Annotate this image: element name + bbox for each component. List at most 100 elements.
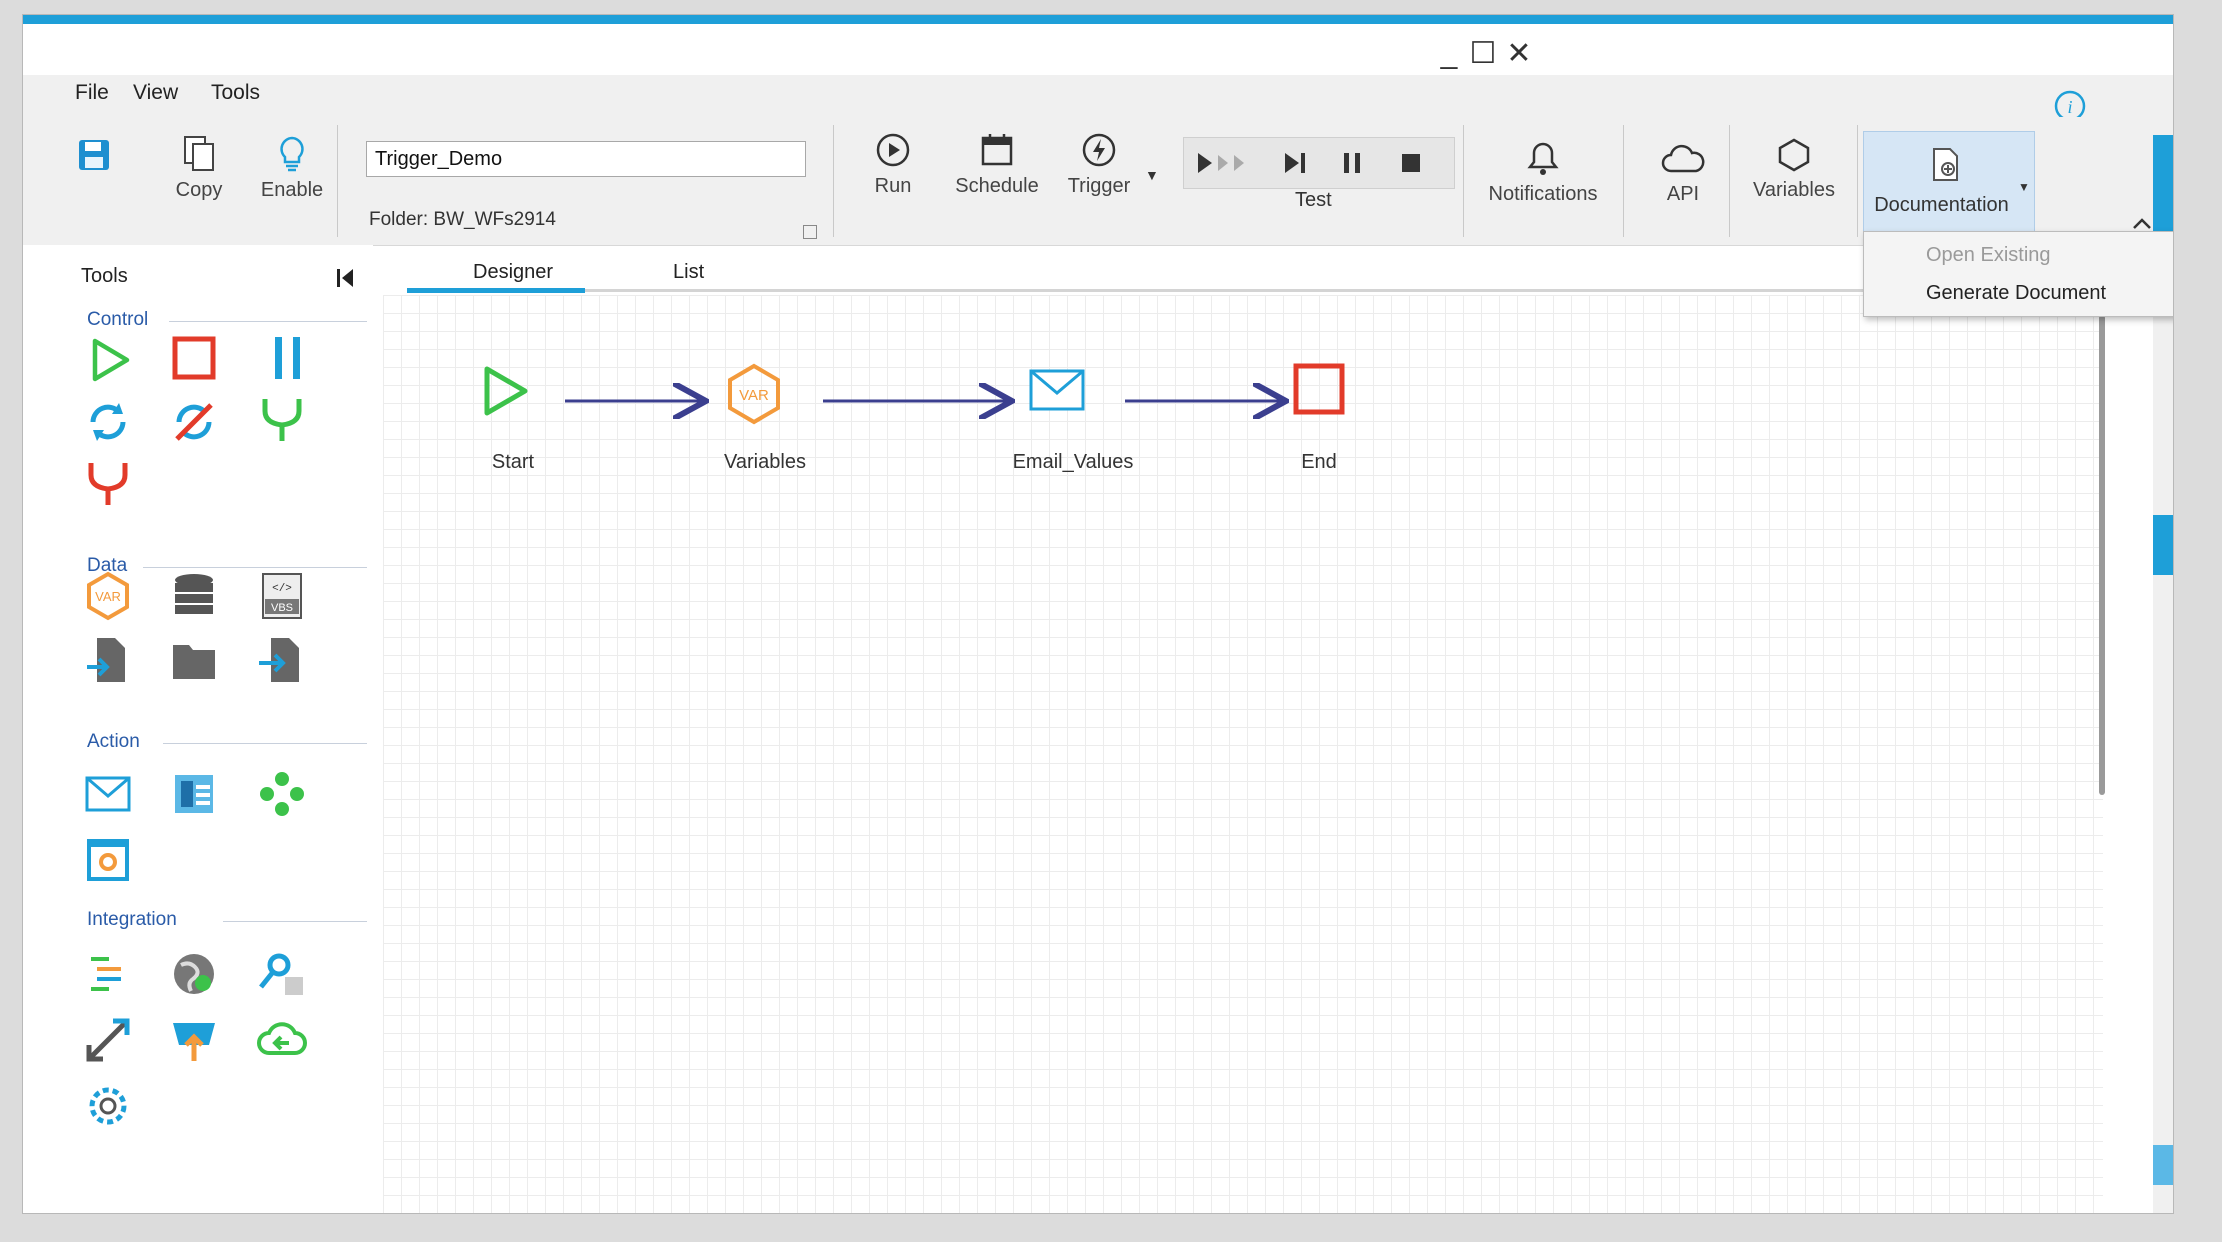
web-globe-tool-icon[interactable] xyxy=(169,949,219,999)
workflow-canvas[interactable]: Start VAR Variables Email_Values End xyxy=(383,295,2103,1213)
run-label: Run xyxy=(874,175,912,197)
tab-underline xyxy=(407,289,1993,292)
tab-list[interactable]: List xyxy=(673,261,704,284)
report-tool-icon[interactable] xyxy=(169,769,219,819)
database-tool-icon[interactable] xyxy=(169,571,219,621)
section-divider xyxy=(143,567,367,568)
branch-tool-icon[interactable] xyxy=(257,395,307,445)
parallel-tool-icon[interactable] xyxy=(263,333,313,383)
svg-text:VAR: VAR xyxy=(95,589,121,604)
section-divider xyxy=(223,921,367,922)
list-transform-tool-icon[interactable] xyxy=(83,949,133,999)
open-existing-item[interactable]: Open Existing xyxy=(1926,244,2051,267)
variables-label: Variables xyxy=(1753,179,1835,201)
maximize-button[interactable]: ☐ xyxy=(1463,37,1503,71)
trigger-dropdown-icon[interactable]: ▼ xyxy=(1145,167,1159,183)
menu-file[interactable]: File xyxy=(75,81,109,105)
copy-button[interactable]: Copy xyxy=(159,135,239,202)
lightbulb-icon xyxy=(280,136,304,172)
documentation-label: Documentation xyxy=(1874,194,2009,216)
ribbon-separator xyxy=(1857,125,1858,237)
ribbon-separator xyxy=(1623,125,1624,237)
canvas-scrollbar[interactable] xyxy=(2099,315,2105,795)
menu-bar: File View Tools i xyxy=(23,75,2173,122)
collapse-ribbon-icon[interactable] xyxy=(2131,217,2153,231)
svg-text:VAR: VAR xyxy=(739,387,769,404)
generate-document-item[interactable]: Generate Document xyxy=(1926,282,2106,305)
menu-view[interactable]: View xyxy=(133,81,178,105)
svg-text:</>: </> xyxy=(272,583,292,595)
save-icon xyxy=(79,140,109,170)
end-tool-icon[interactable] xyxy=(169,333,219,383)
vbs-script-tool-icon[interactable]: </> VBS xyxy=(257,571,307,621)
ribbon-separator xyxy=(1463,125,1464,237)
play-all-icon[interactable] xyxy=(1196,150,1256,176)
cloud-icon xyxy=(1661,144,1705,173)
loop-tool-icon[interactable] xyxy=(83,397,133,447)
save-button[interactable] xyxy=(69,137,119,179)
ribbon-separator xyxy=(1729,125,1730,237)
node-label-email-values: Email_Values xyxy=(1012,451,1134,473)
cloud-download-tool-icon[interactable] xyxy=(257,1015,307,1065)
application-window: _ ☐ ✕ File View Tools i Copy Enable Fold… xyxy=(22,14,2174,1214)
hexagon-icon xyxy=(1778,138,1810,172)
stop-loop-tool-icon[interactable] xyxy=(169,397,219,447)
trigger-bolt-icon xyxy=(1082,133,1116,167)
side-panel-tab[interactable] xyxy=(2153,1145,2173,1185)
designer-tabs: Designer List xyxy=(383,245,2003,293)
documentation-button[interactable]: Documentation ▼ xyxy=(1863,131,2035,245)
start-node-icon[interactable] xyxy=(475,361,535,421)
svg-text:VBS: VBS xyxy=(271,602,293,614)
bell-icon xyxy=(1527,142,1559,175)
upload-storage-tool-icon[interactable] xyxy=(169,1015,219,1065)
section-integration: Integration xyxy=(87,909,177,930)
tab-designer[interactable]: Designer xyxy=(473,261,553,284)
notifications-label: Notifications xyxy=(1488,183,1598,205)
menu-tools[interactable]: Tools xyxy=(211,81,260,105)
collapse-panel-icon[interactable] xyxy=(335,267,357,289)
step-forward-icon[interactable] xyxy=(1282,150,1310,176)
merge-tool-icon[interactable] xyxy=(83,459,133,509)
trigger-label: Trigger xyxy=(1067,175,1131,197)
file-transfer-tool-icon[interactable] xyxy=(83,635,133,685)
variables-button[interactable]: Variables xyxy=(1739,137,1849,202)
start-tool-icon[interactable] xyxy=(85,335,135,385)
run-button[interactable]: Run xyxy=(863,131,923,198)
folder-tool-icon[interactable] xyxy=(169,635,219,685)
section-action: Action xyxy=(87,731,140,752)
node-label-variables: Variables xyxy=(724,451,806,473)
app-integration-tool-icon[interactable] xyxy=(257,769,307,819)
pause-icon[interactable] xyxy=(1340,150,1364,176)
calendar-icon xyxy=(981,134,1013,166)
file-import-tool-icon[interactable] xyxy=(257,635,307,685)
documentation-menu: Open Existing Generate Document xyxy=(1863,231,2173,317)
network-gear-tool-icon[interactable] xyxy=(83,1081,133,1131)
email-tool-icon[interactable] xyxy=(83,769,133,819)
node-label-end: End xyxy=(1301,451,1337,473)
trigger-button[interactable]: Trigger xyxy=(1059,131,1139,198)
close-button[interactable]: ✕ xyxy=(1499,37,1539,71)
side-panel-tab[interactable] xyxy=(2153,135,2173,235)
documentation-dropdown-icon[interactable]: ▼ xyxy=(2018,180,2030,194)
email-node-icon[interactable] xyxy=(1027,365,1087,415)
tools-panel-title: Tools xyxy=(81,265,128,287)
dialog-launcher-icon[interactable] xyxy=(803,225,817,239)
stop-icon[interactable] xyxy=(1398,150,1424,176)
section-control: Control xyxy=(87,309,149,330)
run-icon xyxy=(876,133,910,167)
ftp-key-tool-icon[interactable] xyxy=(257,949,307,999)
side-panel-tab[interactable] xyxy=(2153,515,2173,575)
end-node-icon[interactable] xyxy=(1291,361,1347,417)
schedule-button[interactable]: Schedule xyxy=(947,131,1047,198)
enable-button[interactable]: Enable xyxy=(249,135,335,202)
section-divider xyxy=(163,743,367,744)
api-button[interactable]: API xyxy=(1643,143,1723,206)
notifications-button[interactable]: Notifications xyxy=(1473,141,1613,206)
title-accent-bar xyxy=(23,15,2173,24)
expand-transfer-tool-icon[interactable] xyxy=(83,1015,133,1065)
settings-window-tool-icon[interactable] xyxy=(83,835,133,885)
variables-node-icon[interactable]: VAR xyxy=(723,363,785,425)
active-tab-indicator xyxy=(407,288,585,293)
workflow-name-input[interactable] xyxy=(366,141,806,177)
variables-tool-icon[interactable]: VAR xyxy=(83,571,133,621)
